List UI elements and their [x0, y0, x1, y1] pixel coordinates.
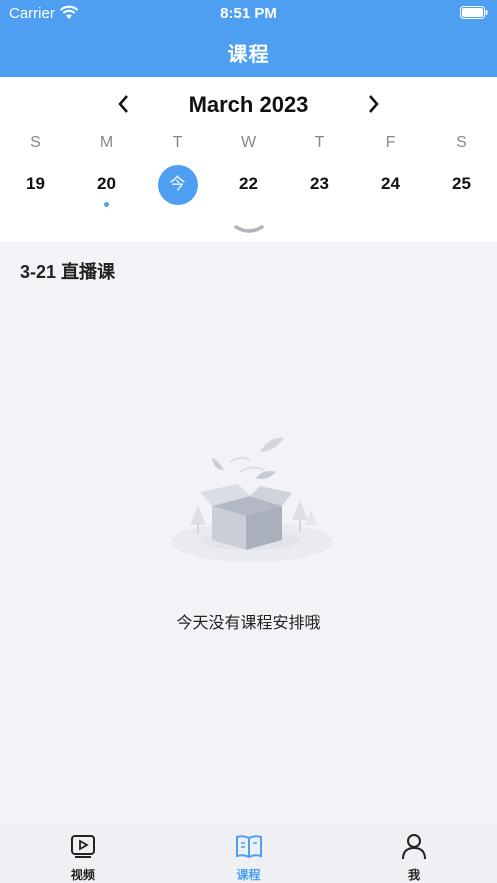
calendar-day-today[interactable]: 今: [142, 165, 213, 213]
page-title: 课程: [227, 44, 270, 66]
calendar-day[interactable]: 24: [355, 173, 426, 213]
calendar: March 2023 S M T W T F S 19 20 今 22 23 2…: [0, 77, 497, 242]
section-title: 3-21 直播课: [20, 262, 116, 282]
calendar-day[interactable]: 23: [284, 173, 355, 213]
tab-video[interactable]: 视频: [0, 824, 166, 883]
user-icon: [402, 834, 427, 860]
calendar-day[interactable]: 22: [213, 173, 284, 213]
calendar-day[interactable]: 20: [71, 173, 142, 213]
day-number: 20: [97, 174, 116, 193]
status-bar: Carrier 8:51 PM: [0, 0, 497, 26]
weekday-label: M: [99, 134, 114, 151]
tab-label: 视频: [70, 868, 95, 882]
day-number: 22: [239, 174, 258, 193]
day-number: 25: [452, 174, 471, 193]
tab-label: 课程: [236, 868, 261, 882]
weekday-header: S M T W T F S: [0, 134, 497, 152]
calendar-day[interactable]: 19: [0, 173, 71, 213]
chevron-down-icon[interactable]: [234, 223, 264, 237]
weekday-label: S: [30, 134, 41, 151]
event-dot: [104, 202, 109, 207]
weekday-label: T: [172, 134, 183, 151]
video-icon: [71, 835, 95, 858]
week-days-row: 19 20 今 22 23 24 25: [0, 165, 497, 213]
month-navigator: March 2023: [0, 89, 497, 121]
status-time: 8:51 PM: [220, 5, 277, 22]
book-icon: [235, 835, 262, 859]
weekday-label: F: [385, 134, 396, 151]
app-header: Carrier 8:51 PM 课程: [0, 0, 497, 77]
chevron-right-icon[interactable]: [361, 92, 385, 116]
month-label: March 2023: [188, 92, 309, 117]
empty-state-message: 今天没有课程安排哦: [176, 615, 321, 632]
tab-course[interactable]: 课程: [166, 824, 332, 883]
calendar-day[interactable]: 25: [426, 173, 497, 213]
day-number: 23: [310, 174, 329, 193]
tab-me[interactable]: 我: [331, 824, 497, 883]
weekday-label: S: [456, 134, 467, 151]
tab-label: 我: [408, 868, 421, 882]
battery-icon: [460, 6, 488, 19]
day-number: 今: [157, 165, 198, 205]
tab-bar: 视频 课程 我: [0, 824, 497, 883]
day-number: 24: [381, 174, 400, 193]
empty-box-icon: [172, 437, 332, 562]
weekday-label: T: [314, 134, 325, 151]
day-number: 19: [26, 174, 45, 193]
weekday-label: W: [240, 134, 257, 151]
